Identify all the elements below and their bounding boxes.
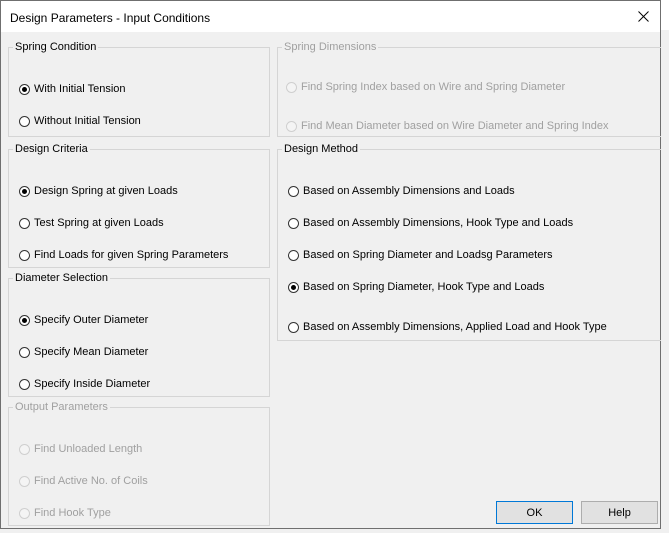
radio-button[interactable] (19, 314, 30, 326)
with-initial-tension-option[interactable]: With Initial Tension (19, 83, 126, 95)
spring-diameter-loads-option[interactable]: Based on Spring Diameter and Loadsg Para… (288, 249, 552, 261)
specify-inside-diameter-option[interactable]: Specify Inside Diameter (19, 378, 150, 390)
radio-selected-dot (22, 317, 27, 323)
ok-button[interactable]: OK (496, 501, 573, 524)
spring-dimensions-group: Spring Dimensions Find Spring Index base… (277, 41, 662, 137)
design-spring-at-given-loads-option[interactable]: Design Spring at given Loads (19, 185, 178, 197)
assembly-dimensions-hook-type-loads-option[interactable]: Based on Assembly Dimensions, Hook Type … (288, 217, 573, 229)
radio-button[interactable] (19, 249, 30, 261)
radio-button[interactable] (19, 475, 30, 487)
assembly-dimensions-applied-load-hook-type-option[interactable]: Based on Assembly Dimensions, Applied Lo… (288, 321, 607, 333)
option-label: With Initial Tension (34, 83, 126, 95)
find-hook-type-option[interactable]: Find Hook Type (19, 507, 111, 519)
background-window-strip (661, 0, 669, 30)
spring-condition-legend: Spring Condition (15, 41, 97, 53)
dialog-body: Spring Condition With Initial Tension Wi… (1, 32, 662, 528)
radio-button[interactable] (286, 120, 297, 132)
option-label: Test Spring at given Loads (34, 217, 164, 229)
close-button[interactable] (626, 1, 660, 32)
find-spring-index-option[interactable]: Find Spring Index based on Wire and Spri… (286, 81, 565, 93)
option-label: Find Loads for given Spring Parameters (34, 249, 229, 261)
radio-button[interactable] (19, 507, 30, 519)
diameter-selection-legend: Diameter Selection (15, 272, 108, 284)
radio-button[interactable] (288, 185, 299, 197)
background-window-edge (661, 0, 669, 533)
radio-button[interactable] (19, 83, 30, 95)
find-loads-option[interactable]: Find Loads for given Spring Parameters (19, 249, 228, 261)
option-label: Find Active No. of Coils (34, 475, 148, 487)
radio-selected-dot (291, 284, 296, 290)
spring-diameter-hook-type-loads-option[interactable]: Based on Spring Diameter, Hook Type and … (288, 281, 544, 293)
design-method-group: Design Method Based on Assembly Dimensio… (277, 143, 662, 341)
radio-button[interactable] (288, 217, 299, 229)
option-label: Specify Outer Diameter (34, 314, 149, 326)
radio-button[interactable] (288, 249, 299, 261)
option-label: Based on Assembly Dimensions, Applied Lo… (303, 321, 607, 333)
specify-outer-diameter-option[interactable]: Specify Outer Diameter (19, 314, 148, 326)
spring-condition-group: Spring Condition With Initial Tension Wi… (8, 41, 270, 137)
design-criteria-legend: Design Criteria (15, 143, 88, 155)
spring-dimensions-legend: Spring Dimensions (284, 41, 377, 53)
option-label: Specify Inside Diameter (34, 378, 151, 390)
design-criteria-group: Design Criteria Design Spring at given L… (8, 143, 270, 268)
radio-button[interactable] (19, 443, 30, 455)
title-bar[interactable]: Design Parameters - Input Conditions (1, 1, 660, 32)
radio-button[interactable] (19, 115, 30, 127)
option-label: Find Spring Index based on Wire and Spri… (301, 81, 566, 93)
radio-button[interactable] (19, 378, 30, 390)
specify-mean-diameter-option[interactable]: Specify Mean Diameter (19, 346, 148, 358)
find-active-coils-option[interactable]: Find Active No. of Coils (19, 475, 148, 487)
output-parameters-group: Output Parameters Find Unloaded Length F… (8, 401, 270, 526)
assembly-dimensions-loads-option[interactable]: Based on Assembly Dimensions and Loads (288, 185, 515, 197)
help-button[interactable]: Help (581, 501, 658, 524)
radio-button[interactable] (19, 185, 30, 197)
find-unloaded-length-option[interactable]: Find Unloaded Length (19, 443, 142, 455)
option-label: Based on Assembly Dimensions, Hook Type … (303, 217, 574, 229)
option-label: Design Spring at given Loads (34, 185, 178, 197)
test-spring-at-given-loads-option[interactable]: Test Spring at given Loads (19, 217, 164, 229)
radio-selected-dot (22, 188, 27, 194)
radio-button[interactable] (288, 281, 299, 293)
find-mean-diameter-option[interactable]: Find Mean Diameter based on Wire Diamete… (286, 120, 609, 132)
window-title: Design Parameters - Input Conditions (10, 11, 211, 25)
option-label: Find Unloaded Length (34, 443, 143, 455)
option-label: Without Initial Tension (34, 115, 141, 127)
option-label: Based on Assembly Dimensions and Loads (303, 185, 515, 197)
radio-button[interactable] (19, 346, 30, 358)
without-initial-tension-option[interactable]: Without Initial Tension (19, 115, 141, 127)
diameter-selection-group: Diameter Selection Specify Outer Diamete… (8, 272, 270, 397)
option-label: Specify Mean Diameter (34, 346, 149, 358)
option-label: Find Hook Type (34, 507, 111, 519)
radio-button[interactable] (286, 81, 297, 93)
design-parameters-dialog: Design Parameters - Input Conditions Spr… (0, 0, 662, 529)
option-label: Find Mean Diameter based on Wire Diamete… (301, 120, 609, 132)
option-label: Based on Spring Diameter, Hook Type and … (303, 281, 545, 293)
radio-button[interactable] (19, 217, 30, 229)
option-label: Based on Spring Diameter and Loadsg Para… (303, 249, 553, 261)
radio-button[interactable] (288, 321, 299, 333)
close-icon (637, 11, 649, 22)
radio-selected-dot (22, 86, 27, 92)
design-method-legend: Design Method (284, 143, 358, 155)
output-parameters-legend: Output Parameters (15, 401, 108, 413)
